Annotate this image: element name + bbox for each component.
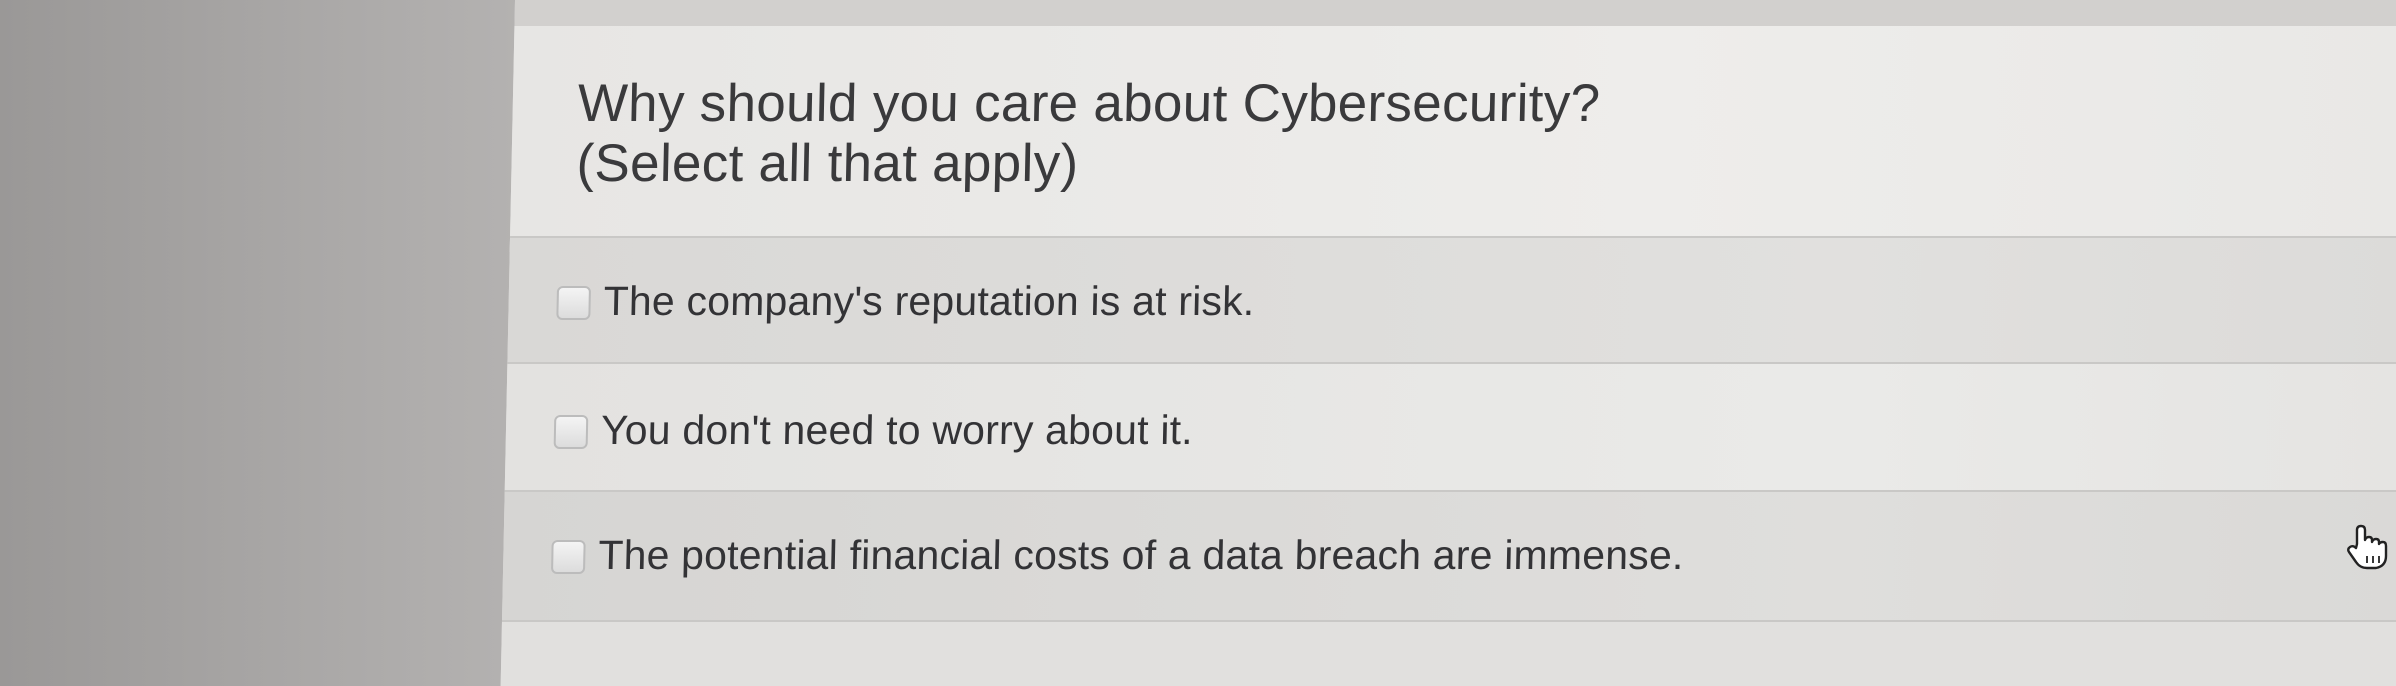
- question-text: Why should you care about Cybersecurity?…: [576, 74, 1601, 194]
- option-row-2[interactable]: You don't need to worry about it.: [504, 362, 2396, 490]
- option-row-1[interactable]: The company's reputation is at risk.: [507, 236, 2396, 364]
- screen: Why should you care about Cybersecurity?…: [0, 0, 2396, 686]
- option-2-label[interactable]: You don't need to worry about it.: [600, 407, 1194, 454]
- option-1-label[interactable]: The company's reputation is at risk.: [603, 278, 1255, 325]
- panel-top-strip: [514, 0, 2396, 26]
- option-2-checkbox[interactable]: [553, 415, 589, 449]
- question-block: Why should you care about Cybersecurity?…: [509, 26, 2396, 252]
- option-1-checkbox[interactable]: [556, 286, 592, 320]
- question-instruction: (Select all that apply): [575, 134, 1080, 193]
- option-3-checkbox[interactable]: [550, 540, 586, 574]
- option-3-label[interactable]: The potential financial costs of a data …: [598, 532, 1684, 579]
- question-title: Why should you care about Cybersecurity?: [577, 74, 1601, 133]
- quiz-panel: Why should you care about Cybersecurity?…: [500, 0, 2396, 686]
- option-row-3[interactable]: The potential financial costs of a data …: [502, 490, 2396, 620]
- hand-pointer-icon: [2347, 524, 2388, 570]
- panel-bottom-area: [500, 620, 2396, 686]
- screen-left-margin: [0, 0, 520, 686]
